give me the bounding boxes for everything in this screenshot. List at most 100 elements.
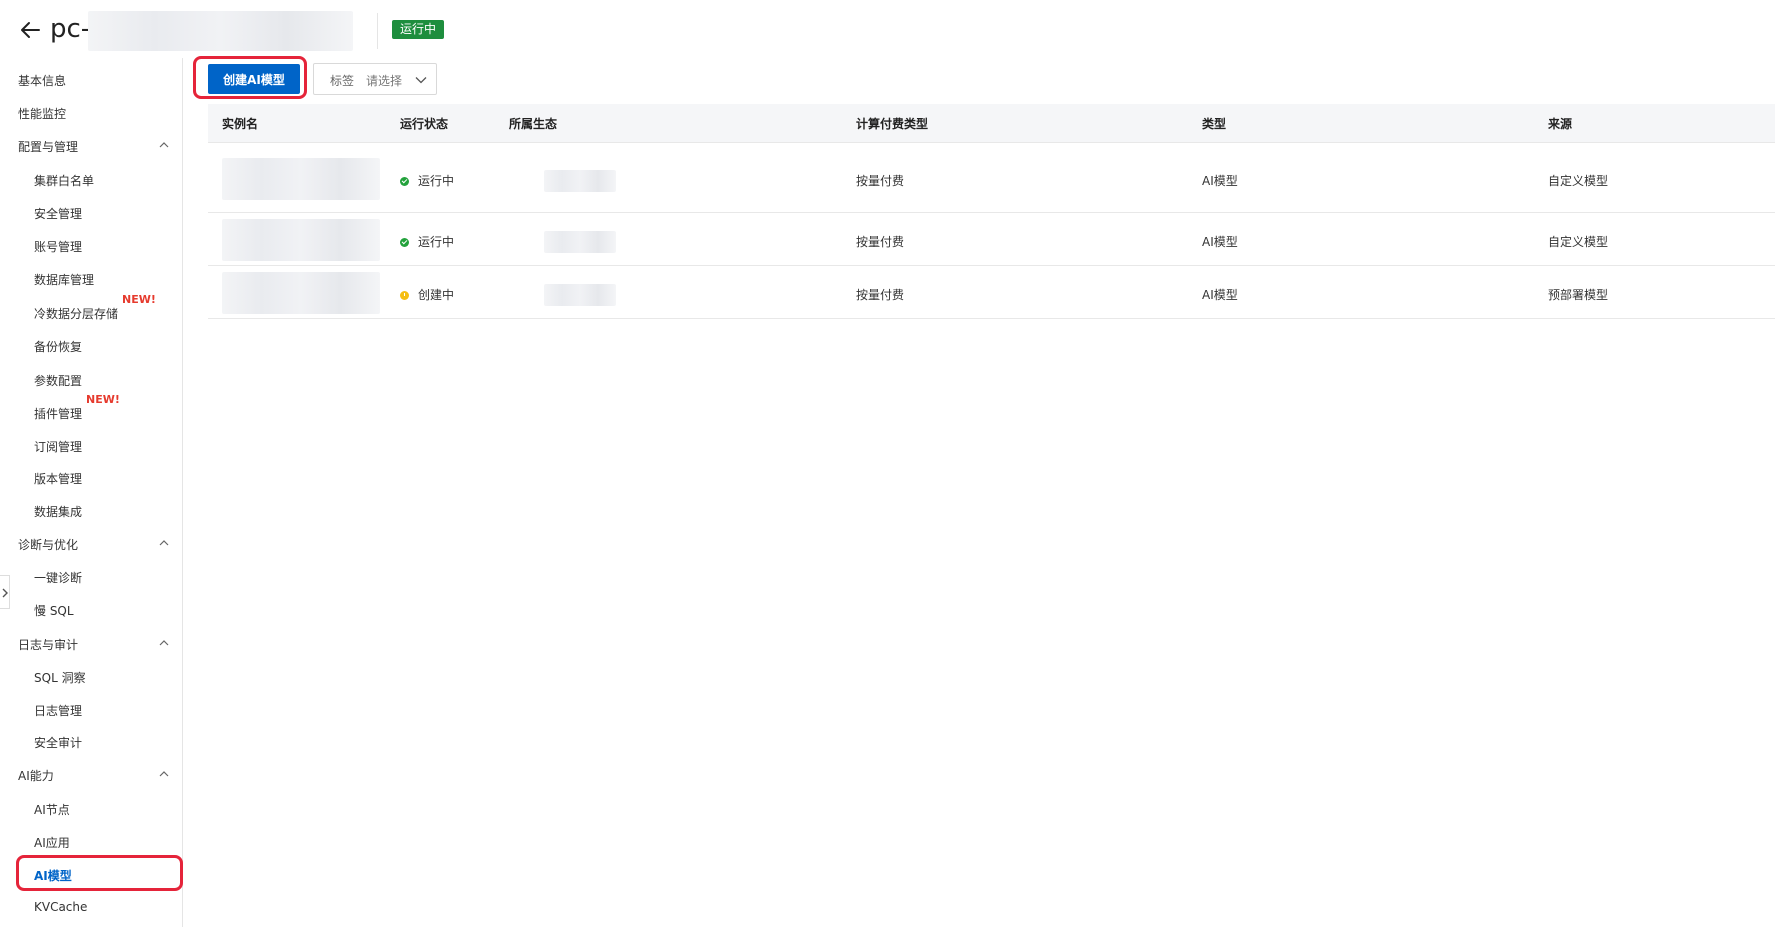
sidebar-item-label: 订阅管理 (34, 440, 83, 454)
success-check-icon (400, 177, 409, 186)
sidebar-item-label: 日志与审计 (18, 638, 79, 652)
table-row[interactable]: 创建中 按量付费 AI模型 预部署模型 (208, 266, 1775, 319)
sidebar-item-label: 一键诊断 (34, 571, 83, 585)
sidebar-item-label: 冷数据分层存储 (34, 307, 119, 321)
redacted-ecosystem (544, 284, 616, 306)
sidebar-item[interactable]: AI模型 (0, 859, 182, 889)
header-divider (377, 13, 378, 49)
chevron-up-icon (159, 640, 169, 646)
sidebar-item[interactable]: 版本管理 (0, 462, 182, 492)
sidebar-item[interactable]: AI应用 (0, 826, 182, 856)
status-cell: 运行中 (400, 172, 454, 189)
sidebar-item-label: 插件管理 (34, 407, 83, 421)
sidebar-item[interactable]: 诊断与优化 (0, 528, 182, 558)
sidebar-item[interactable]: 备份恢复 (0, 330, 182, 360)
sidebar-item[interactable]: SQL 洞察 (0, 661, 182, 691)
type-cell: AI模型 (1202, 174, 1238, 188)
status-text: 运行中 (418, 174, 455, 188)
redacted-instance-name[interactable] (222, 158, 380, 200)
billing-cell: 按量付费 (856, 288, 905, 302)
column-header: 运行状态 (400, 117, 449, 131)
sidebar-item-label: 备份恢复 (34, 340, 83, 354)
column-header: 计算付费类型 (856, 117, 929, 131)
chevron-up-icon (159, 771, 169, 777)
sidebar-item-label: 诊断与优化 (18, 538, 79, 552)
sidebar-item[interactable]: 配置与管理 (0, 130, 182, 160)
new-badge: NEW! (122, 293, 156, 306)
sidebar-collapse-handle[interactable] (0, 575, 10, 609)
billing-cell: 按量付费 (856, 235, 905, 249)
sidebar-item[interactable]: 账号管理 (0, 230, 182, 260)
new-badge: NEW! (86, 393, 120, 406)
column-header: 所属生态 (509, 117, 558, 131)
tag-filter-label: 标签 (330, 74, 355, 88)
sidebar-item[interactable]: 数据集成 (0, 495, 182, 525)
sidebar-item-label: 账号管理 (34, 240, 83, 254)
table-row[interactable]: 运行中 按量付费 AI模型 自定义模型 (208, 144, 1775, 213)
sidebar-item[interactable]: 订阅管理 (0, 430, 182, 460)
sidebar-item-label: 日志管理 (34, 704, 83, 718)
sidebar-item[interactable]: 性能监控 (0, 97, 182, 127)
create-ai-model-button[interactable]: 创建AI模型 (208, 64, 300, 94)
sidebar-item-label: KVCache (34, 900, 88, 914)
sidebar-item[interactable]: 一键诊断 (0, 561, 182, 591)
page-title: pc- (50, 14, 91, 44)
redacted-instance-name[interactable] (222, 219, 380, 261)
sidebar-item[interactable]: 参数配置 (0, 364, 182, 394)
sidebar: 基本信息 性能监控 配置与管理 集群白名单 安全管理 账号管理 数据库管理 冷数据分层存储 NE… (0, 58, 183, 927)
sidebar-item-label: 性能监控 (18, 107, 67, 121)
sidebar-item-label: 集群白名单 (34, 174, 95, 188)
source-cell: 自定义模型 (1548, 174, 1609, 188)
chevron-up-icon (159, 540, 169, 546)
sidebar-item-label: AI应用 (34, 836, 70, 850)
sidebar-item-label: 安全管理 (34, 207, 83, 221)
source-cell: 预部署模型 (1548, 288, 1609, 302)
sidebar-item[interactable]: 冷数据分层存储 NEW! (0, 293, 182, 327)
sidebar-item[interactable]: 集群白名单 (0, 164, 182, 194)
redacted-instance-id (88, 11, 353, 51)
sidebar-item-label: 配置与管理 (18, 140, 79, 154)
status-cell: 创建中 (400, 286, 454, 303)
sidebar-item[interactable]: KVCache (0, 892, 182, 922)
sidebar-item-label: AI能力 (18, 769, 54, 783)
type-cell: AI模型 (1202, 288, 1238, 302)
sidebar-item[interactable]: 日志与审计 (0, 628, 182, 658)
sidebar-item-label: AI节点 (34, 803, 70, 817)
sidebar-item[interactable]: 插件管理 NEW! (0, 393, 182, 427)
page-header: pc- 运行中 (0, 0, 1775, 58)
chevron-up-icon (159, 142, 169, 148)
sidebar-item[interactable]: 安全审计 (0, 726, 182, 756)
back-arrow-icon[interactable] (18, 18, 42, 42)
sidebar-item[interactable]: AI节点 (0, 793, 182, 823)
status-text: 创建中 (418, 288, 455, 302)
tag-filter-select[interactable]: 标签 请选择 (313, 63, 437, 95)
status-badge: 运行中 (392, 20, 445, 39)
sidebar-item-label: 数据库管理 (34, 273, 95, 287)
sidebar-item[interactable]: 基本信息 (0, 64, 182, 94)
sidebar-item-label: 慢 SQL (34, 604, 74, 618)
status-cell: 运行中 (400, 233, 454, 250)
tag-filter-placeholder: 请选择 (366, 74, 403, 88)
sidebar-item-label: 基本信息 (18, 74, 67, 88)
table-row[interactable]: 运行中 按量付费 AI模型 自定义模型 (208, 213, 1775, 266)
sidebar-item-label: 安全审计 (34, 736, 83, 750)
sidebar-item[interactable]: AI能力 (0, 759, 182, 789)
chevron-down-icon (415, 77, 427, 84)
column-header: 来源 (1548, 117, 1573, 131)
redacted-instance-name[interactable] (222, 272, 380, 314)
sidebar-item-label: SQL 洞察 (34, 671, 86, 685)
sidebar-item[interactable]: 数据库管理 (0, 263, 182, 293)
sidebar-item[interactable]: 日志管理 (0, 694, 182, 724)
column-header: 类型 (1202, 117, 1227, 131)
sidebar-item[interactable]: 安全管理 (0, 197, 182, 227)
type-cell: AI模型 (1202, 235, 1238, 249)
chevron-right-icon (2, 588, 8, 598)
table-header-row: 实例名 运行状态 所属生态 计算付费类型 类型 来源 (208, 104, 1775, 143)
billing-cell: 按量付费 (856, 174, 905, 188)
redacted-ecosystem (544, 170, 616, 192)
redacted-ecosystem (544, 231, 616, 253)
sidebar-item[interactable]: 慢 SQL (0, 594, 182, 624)
source-cell: 自定义模型 (1548, 235, 1609, 249)
warning-dot-icon (400, 291, 409, 300)
sidebar-item-label: 版本管理 (34, 472, 83, 486)
